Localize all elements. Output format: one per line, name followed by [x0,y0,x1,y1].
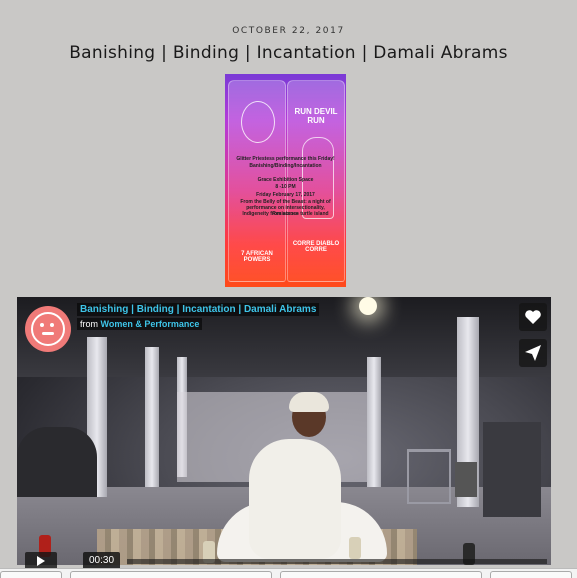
like-button[interactable] [519,303,547,331]
audience [17,427,97,497]
play-icon [37,556,45,566]
video-player[interactable]: Banishing | Binding | Incantation | Dama… [17,297,551,565]
poster-text-9: Indigeneity from across turtle island [242,211,329,217]
poster-text-1: Glitter Priestess performance this Frida… [236,156,335,162]
smiley-logo-icon[interactable] [25,306,71,352]
performer-body [249,439,341,559]
heart-icon [525,310,541,324]
amp-equipment [455,462,477,497]
poster-text-6: Friday February 17, 2017 [256,192,315,198]
right-candle-bottom-label: CORRE DIABLO CORRE [292,241,340,253]
video-source-link[interactable]: Women & Performance [101,319,200,329]
stand [407,449,451,504]
event-poster-image: 7 AFRICAN POWERS RUN DEVIL RUN CORRE DIA… [225,74,346,287]
from-label: from [80,319,98,329]
pillar [367,357,381,487]
video-title-link[interactable]: Banishing | Binding | Incantation | Dama… [77,303,320,316]
left-candle-label: 7 AFRICAN POWERS [241,251,273,263]
stage-light [359,297,377,315]
post-date: OCTOBER 22, 2017 [232,26,345,36]
poster-text-5: 8 -10 PM [275,184,296,190]
poster-text-2: Banishing/Binding/Incantation [249,163,322,169]
poster-text-4: Grace Exhibition Space [257,177,314,183]
share-button[interactable] [519,339,547,367]
pillar [145,347,159,487]
video-from-line: from Women & Performance [77,318,203,330]
performer-headwrap [289,392,329,412]
video-progress-bar[interactable] [127,559,547,564]
speaker-equipment [483,422,541,517]
right-candle-top-label: RUN DEVIL RUN [294,107,338,125]
post-title[interactable]: Banishing | Binding | Incantation | Dama… [0,43,577,63]
paper-plane-icon [525,345,541,361]
